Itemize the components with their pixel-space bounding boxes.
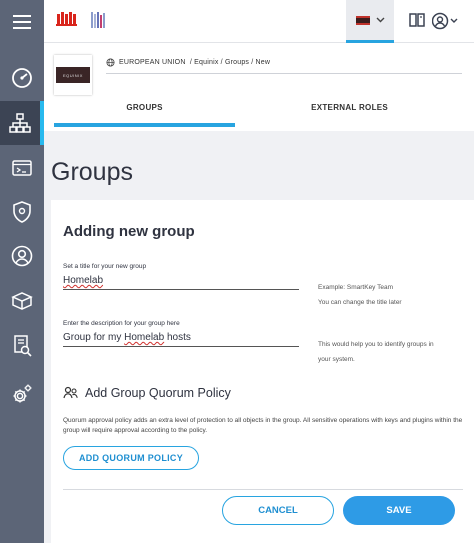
security-shield-icon[interactable] (0, 190, 44, 234)
title-input[interactable]: Homelab (63, 275, 299, 290)
account-menu-icon[interactable] (431, 12, 458, 35)
quorum-policy-title: Add Group Quorum Policy (85, 386, 231, 400)
form-divider (63, 489, 463, 490)
top-bar (44, 0, 474, 43)
cancel-button[interactable]: CANCEL (222, 496, 334, 525)
title-hint-change: You can change the title later (318, 299, 402, 306)
settings-gear-icon[interactable] (0, 372, 44, 416)
breadcrumb-text: EUROPEAN UNION / Equinix / Groups / New (119, 59, 271, 66)
page-title: Groups (51, 158, 133, 186)
page-header: EQUINIX EUROPEAN UNION / Equinix / Group… (44, 43, 474, 131)
description-input[interactable]: Group for my Homelab hosts (63, 332, 299, 347)
tab-external-roles[interactable]: EXTERNAL ROLES (235, 103, 464, 123)
tenant-flag-icon (355, 15, 370, 25)
tenant-selector[interactable] (346, 0, 394, 43)
chevron-down-icon (376, 17, 384, 23)
description-hint-1: This would help you to identify groups i… (318, 341, 434, 348)
description-field-label: Enter the description for your group her… (63, 320, 180, 327)
quorum-policy-description: Quorum approval policy adds an extra lev… (63, 417, 463, 434)
new-group-form: Adding new group Set a title for your ne… (51, 200, 474, 543)
box-plugins-icon[interactable] (0, 279, 44, 323)
title-field-label: Set a title for your new group (63, 263, 147, 270)
breadcrumb: EUROPEAN UNION / Equinix / Groups / New (106, 58, 462, 74)
title-hint-example: Example: SmartKey Team (318, 284, 394, 291)
menu-icon[interactable] (0, 0, 44, 44)
quorum-policy-heading: Add Group Quorum Policy (63, 386, 231, 400)
group-users-icon (63, 386, 78, 399)
description-value-start: Group for my (63, 332, 125, 343)
account-thumbnail: EQUINIX (54, 55, 92, 95)
globe-icon (106, 58, 115, 67)
tab-bar: GROUPS EXTERNAL ROLES (54, 103, 464, 127)
user-icon[interactable] (0, 234, 44, 278)
sidebar (0, 0, 44, 543)
thumbnail-label: EQUINIX (56, 67, 90, 83)
dashboard-icon[interactable] (0, 56, 44, 100)
fortanix-logo (90, 11, 106, 34)
save-button[interactable]: SAVE (343, 496, 455, 525)
form-heading: Adding new group (63, 223, 195, 240)
groups-hierarchy-icon[interactable] (0, 101, 44, 145)
title-input-value: Homelab (63, 275, 104, 286)
description-value-end: hosts (164, 332, 191, 343)
tab-groups[interactable]: GROUPS (54, 103, 236, 127)
description-value-word: Homelab (124, 332, 165, 343)
audit-log-icon[interactable] (0, 324, 44, 368)
add-quorum-policy-button[interactable]: ADD QUORUM POLICY (63, 446, 199, 470)
apps-console-icon[interactable] (0, 146, 44, 190)
description-hint-2: your system. (318, 356, 355, 363)
equinix-logo (56, 11, 78, 32)
documentation-book-icon[interactable] (408, 12, 426, 33)
